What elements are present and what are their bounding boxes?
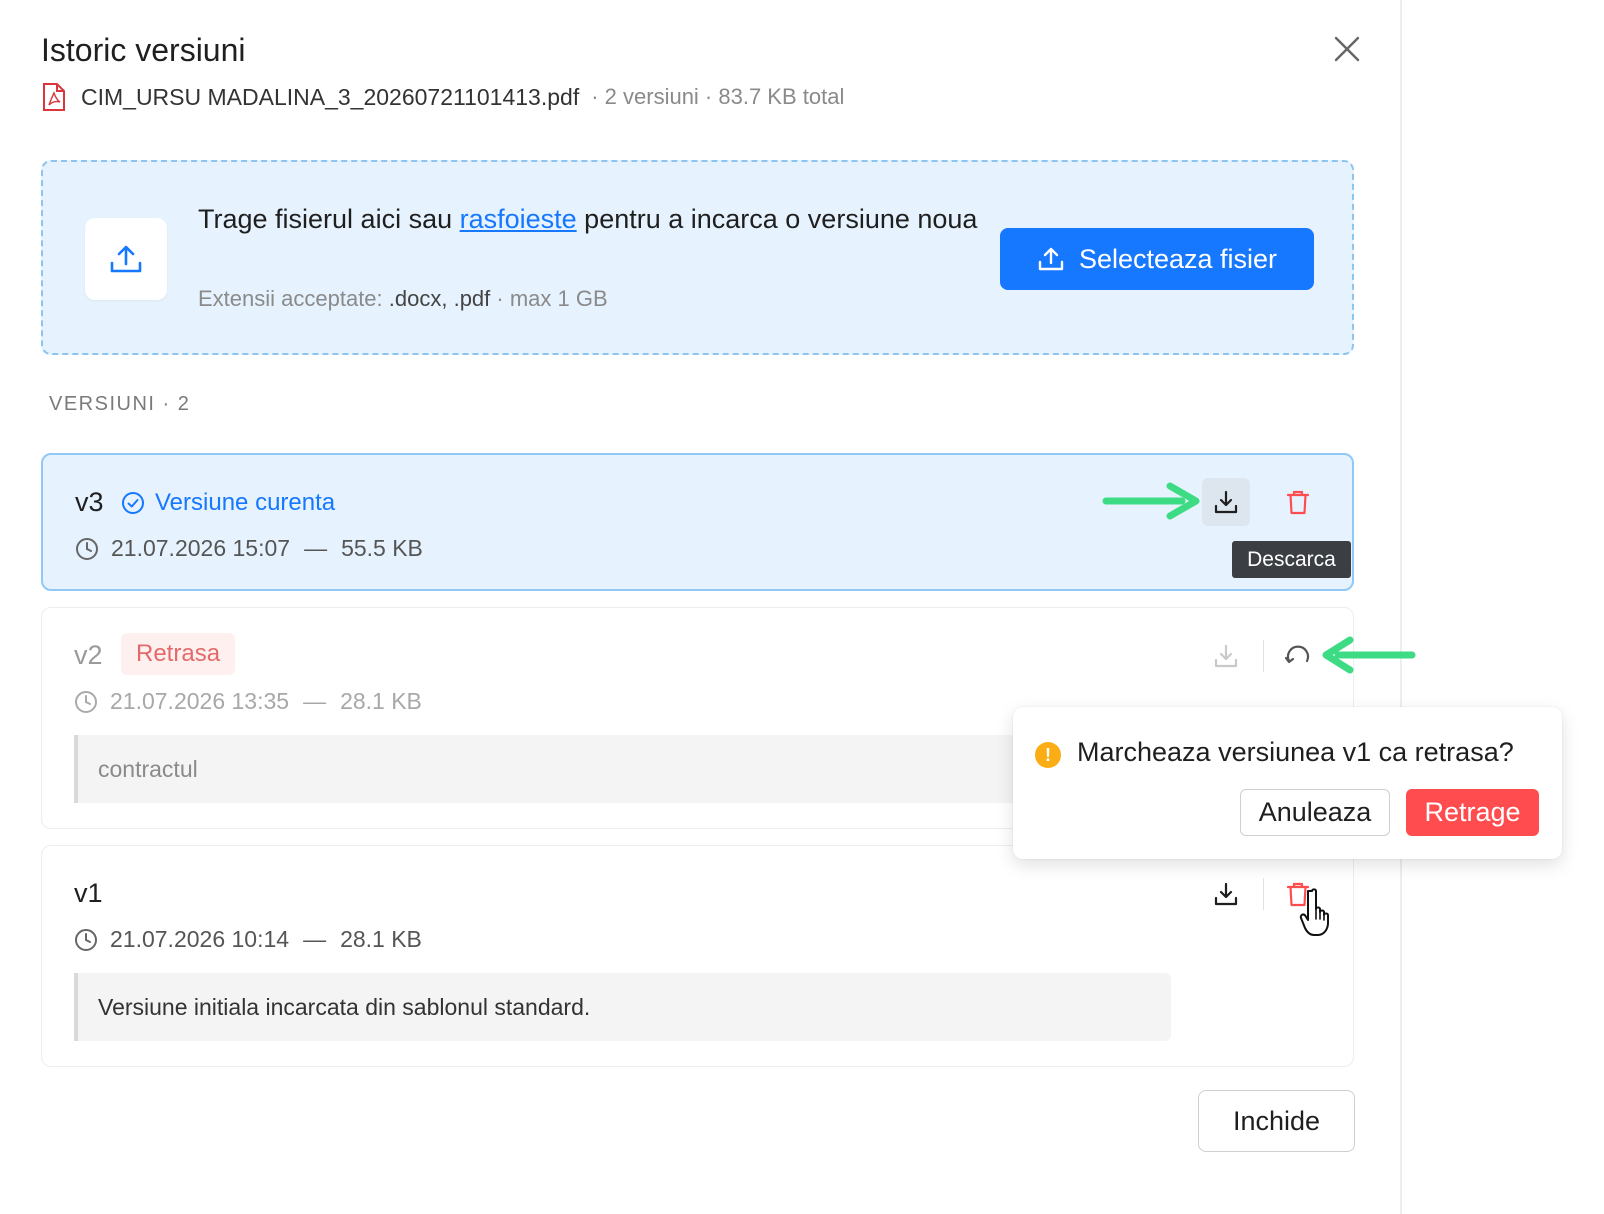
modal-edge [1400, 0, 1402, 1214]
version-note: Versiune initiala incarcata din sablonul… [74, 973, 1171, 1041]
browse-link[interactable]: rasfoieste [460, 204, 577, 234]
retract-confirm-popover: ! Marcheaza versiunea v1 ca retrasa? Anu… [1013, 707, 1562, 859]
download-icon [1214, 882, 1238, 906]
file-meta: · 2 versiuni · 83.7 KB total [591, 84, 845, 109]
restore-icon [1284, 645, 1310, 664]
dropzone-text: Trage fisierul aici sau rasfoieste pentr… [198, 200, 988, 239]
version-date: 21.07.2026 13:35 [110, 688, 290, 714]
clock-icon [76, 537, 98, 560]
version-date: 21.07.2026 10:14 [110, 926, 290, 952]
version-date-size: 21.07.2026 10:14 — 28.1 KB [74, 926, 422, 953]
upload-dropzone[interactable]: Trage fisierul aici sau rasfoieste pentr… [41, 160, 1354, 355]
version-label: v3 [75, 487, 104, 517]
version-date-size: 21.07.2026 15:07 — 55.5 KB [75, 535, 423, 562]
versions-section-label: VERSIUNI · 2 [49, 393, 191, 415]
version-label: v1 [74, 878, 103, 908]
delete-button[interactable] [1274, 478, 1322, 526]
restore-button[interactable] [1274, 632, 1322, 680]
dropzone-text-before: Trage fisierul aici sau [198, 204, 460, 234]
warning-symbol: ! [1045, 745, 1051, 765]
warning-icon: ! [1035, 742, 1061, 768]
annotation-arrow-left-icon [1322, 636, 1416, 674]
version-date: 21.07.2026 15:07 [111, 535, 291, 561]
separator-dash: — [303, 688, 327, 714]
file-info: CIM_URSU MADALINA_3_20260721101413.pdf ·… [41, 80, 844, 114]
upload-tile [85, 218, 167, 300]
pdf-file-icon [41, 82, 67, 112]
trash-icon [1286, 490, 1310, 515]
version-label: v2 [74, 640, 103, 670]
download-icon [1214, 490, 1238, 514]
download-button[interactable] [1202, 632, 1250, 680]
check-circle-icon [122, 492, 144, 514]
upload-icon [110, 245, 142, 273]
hand-pointer-cursor-icon [1299, 888, 1329, 936]
version-date-size: 21.07.2026 13:35 — 28.1 KB [74, 688, 422, 715]
accepted-extensions: Extensii acceptate: .docx, .pdf · max 1 … [198, 286, 608, 312]
current-version-tag: Versiune curenta [121, 489, 335, 517]
version-history-modal: Istoric versiuni CIM_URSU MADALINA_3_202… [0, 0, 1404, 1214]
file-name: CIM_URSU MADALINA_3_20260721101413.pdf [81, 83, 580, 110]
version-card-v1: v1 21.07.2026 10:14 — 28.1 KB Versiune i… [41, 845, 1354, 1067]
confirm-question: Marcheaza versiunea v1 ca retrasa? [1077, 737, 1514, 767]
separator-dash: — [303, 926, 327, 952]
close-icon[interactable] [1329, 31, 1365, 67]
download-tooltip: Descarca [1232, 541, 1351, 578]
current-version-label: Versiune curenta [155, 489, 336, 516]
version-size: 28.1 KB [340, 688, 422, 714]
cancel-button[interactable]: Anuleaza [1240, 789, 1390, 836]
upload-icon [1038, 247, 1064, 271]
download-button[interactable] [1202, 870, 1250, 918]
version-size: 28.1 KB [340, 926, 422, 952]
extensions-list: .docx, .pdf [388, 286, 491, 311]
retract-button[interactable]: Retrage [1406, 789, 1539, 836]
clock-icon [75, 928, 97, 951]
version-note: contractul [74, 735, 1171, 803]
action-divider [1263, 878, 1264, 910]
select-file-button[interactable]: Selecteaza fisier [1000, 228, 1314, 290]
separator-dash: — [304, 535, 328, 561]
version-size: 55.5 KB [341, 535, 423, 561]
max-size: · max 1 GB [490, 286, 608, 311]
select-file-label: Selecteaza fisier [1078, 243, 1278, 274]
retracted-badge: Retrasa [121, 633, 236, 675]
clock-icon [75, 690, 97, 713]
modal-title: Istoric versiuni [41, 32, 246, 68]
close-button[interactable]: Inchide [1198, 1090, 1355, 1152]
dropzone-text-after: pentru a incarca o versiune noua [576, 204, 978, 234]
download-icon [1214, 644, 1238, 668]
annotation-arrow-right-icon [1102, 482, 1200, 520]
download-button[interactable] [1202, 478, 1250, 526]
action-divider [1263, 640, 1264, 672]
extensions-label: Extensii acceptate: [198, 286, 389, 311]
